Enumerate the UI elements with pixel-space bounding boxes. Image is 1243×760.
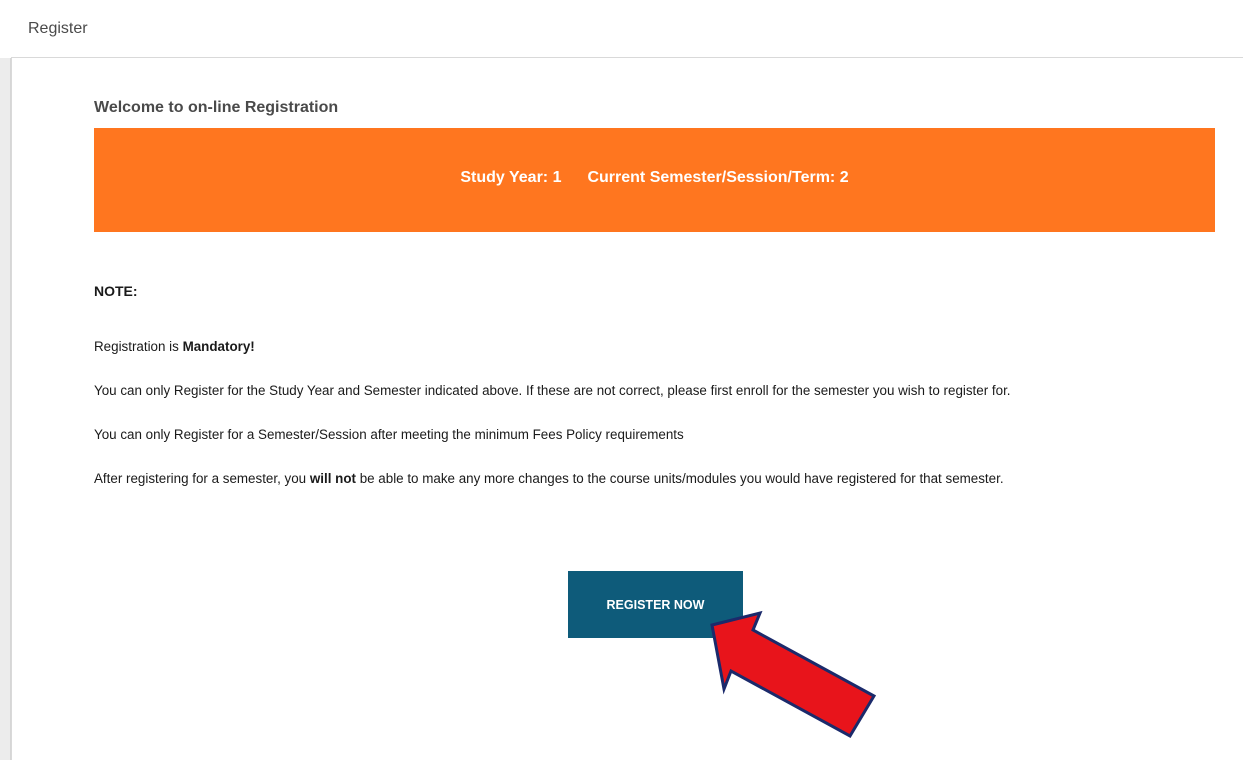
note-line-no-changes: After registering for a semester, you wi…	[94, 471, 1004, 486]
register-now-button[interactable]: REGISTER NOW	[568, 571, 743, 638]
note-line-mandatory-emphasis: Mandatory!	[182, 339, 255, 354]
header-bar: Register	[0, 0, 1243, 58]
banner-text: Study Year: 1 Current Semester/Session/T…	[460, 169, 848, 187]
note-line-no-changes-suffix: be able to make any more changes to the …	[355, 471, 1004, 486]
page-title: Register	[28, 20, 88, 37]
note-title: NOTE:	[94, 283, 138, 299]
note-line-fees-policy: You can only Register for a Semester/Ses…	[94, 427, 684, 442]
registration-page: Register Welcome to on-line Registration…	[0, 0, 1243, 760]
study-info-banner: Study Year: 1 Current Semester/Session/T…	[94, 128, 1215, 232]
note-line-no-changes-prefix: After registering for a semester, you	[94, 471, 310, 486]
note-line-no-changes-emphasis: will not	[309, 471, 356, 486]
current-term-label: Current Semester/Session/Term: 2	[587, 169, 849, 186]
left-rail	[0, 0, 11, 760]
study-year-label: Study Year: 1	[460, 169, 562, 186]
note-line-study-year: You can only Register for the Study Year…	[94, 383, 1011, 398]
welcome-title: Welcome to on-line Registration	[94, 99, 339, 116]
note-line-mandatory: Registration is Mandatory!	[94, 339, 255, 354]
note-line-mandatory-text: Registration is	[94, 339, 183, 354]
